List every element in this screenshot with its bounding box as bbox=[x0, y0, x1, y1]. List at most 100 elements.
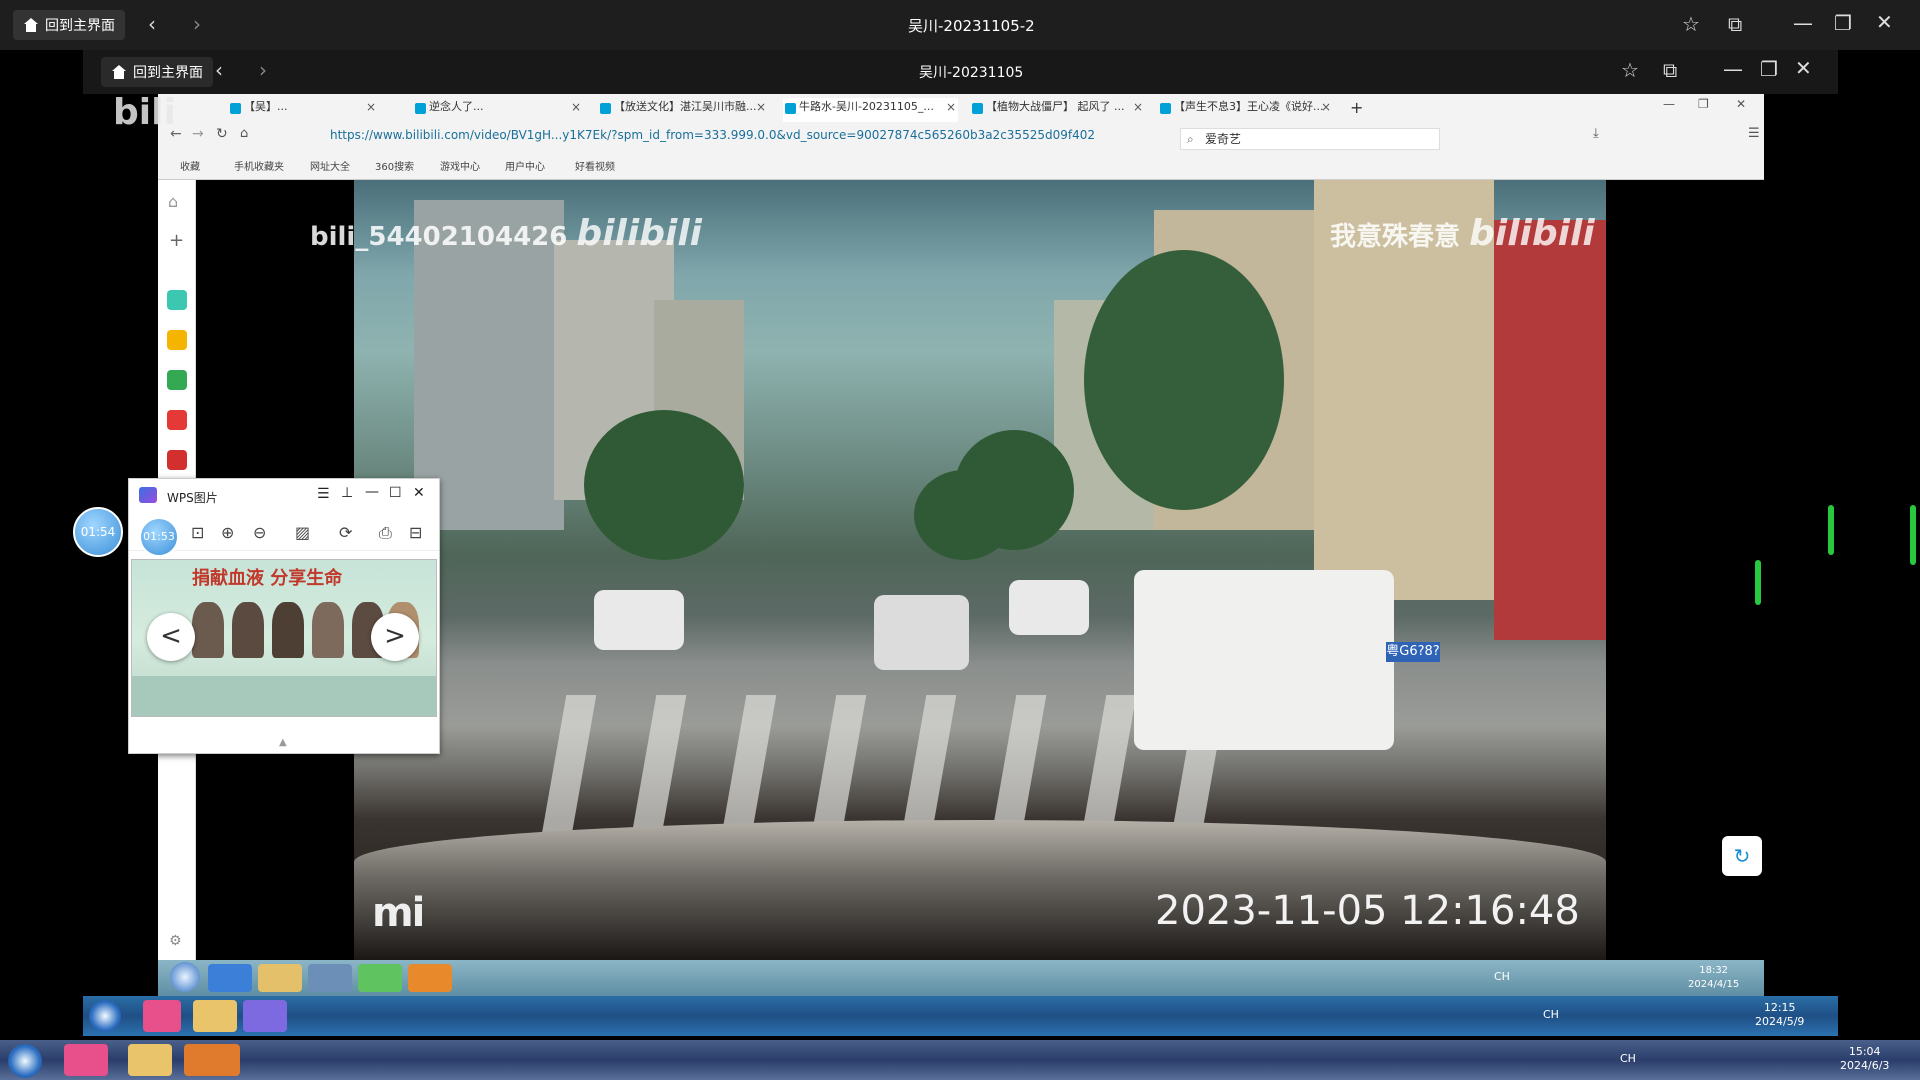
outer-pin-icon[interactable]: ☆ bbox=[1682, 12, 1700, 36]
fit-window-icon[interactable]: ⊡ bbox=[191, 523, 204, 542]
person-photo bbox=[272, 602, 304, 658]
sidebar-home-icon[interactable]: ⌂ bbox=[168, 192, 178, 211]
bilibili-logo: bilibili bbox=[1469, 213, 1595, 254]
browser-tab[interactable]: 逆念人了... × bbox=[413, 98, 583, 122]
inner-forward-icon[interactable]: › bbox=[259, 58, 267, 82]
browser-tab[interactable]: 【植物大战僵尸】 起风了 ... × bbox=[970, 98, 1145, 122]
outer-home-button[interactable]: 回到主界面 bbox=[13, 10, 125, 40]
bookmark-item[interactable]: 网址大全 bbox=[310, 158, 350, 173]
wps-close-icon[interactable]: ✕ bbox=[413, 485, 425, 501]
sidebar-app-icon[interactable] bbox=[167, 290, 187, 310]
wps-timer[interactable]: 01:53 bbox=[139, 517, 179, 557]
sidebar-settings-icon[interactable]: ⚙ bbox=[169, 933, 182, 949]
rotate-icon[interactable]: ⟳ bbox=[339, 523, 352, 542]
inner-taskbar: CH 12:15 2024/5/9 bbox=[83, 996, 1838, 1036]
browser-search-input[interactable]: ⌕ 爱奇艺 bbox=[1180, 128, 1440, 150]
tab-close-icon[interactable]: × bbox=[1321, 100, 1331, 114]
sidebar-weibo-icon[interactable] bbox=[167, 450, 187, 470]
outer-tray-clock[interactable]: 15:04 2024/6/3 bbox=[1840, 1045, 1889, 1073]
wps-pin-icon[interactable]: ⊥ bbox=[341, 485, 353, 501]
collapse-thumbnails-icon[interactable]: ▲ bbox=[279, 737, 287, 748]
wps-minimize-icon[interactable]: — bbox=[365, 484, 379, 500]
zoom-out-icon[interactable]: ⊖ bbox=[253, 523, 266, 542]
edit-image-icon[interactable]: ▨ bbox=[295, 523, 310, 542]
search-placeholder: 爱奇艺 bbox=[1205, 132, 1242, 146]
browser-tab-active[interactable]: 牛路水-吴川-20231105_... × bbox=[783, 98, 958, 122]
tab-close-icon[interactable]: × bbox=[366, 100, 376, 114]
next-image-button[interactable]: > bbox=[371, 613, 419, 661]
browser-forward-icon[interactable]: → bbox=[192, 126, 204, 142]
outer-restore-icon[interactable]: ❐ bbox=[1834, 11, 1852, 35]
bookmark-item[interactable]: 手机收藏夹 bbox=[234, 158, 284, 173]
bilibili-taskbar-icon[interactable] bbox=[143, 1000, 181, 1032]
browser-minimize-icon[interactable]: — bbox=[1663, 97, 1675, 111]
sidebar-add-icon[interactable]: + bbox=[169, 230, 184, 251]
sidebar-gallery-icon[interactable] bbox=[167, 370, 187, 390]
ie-icon bbox=[208, 964, 252, 992]
bilibili-logo: bilibili bbox=[576, 213, 702, 254]
browser-download-icon[interactable]: ⤓ bbox=[1593, 126, 1599, 141]
previous-image-button[interactable]: < bbox=[147, 613, 195, 661]
outer-forward-icon[interactable]: › bbox=[193, 12, 201, 36]
outer-close-icon[interactable]: ✕ bbox=[1876, 10, 1893, 34]
address-bar[interactable]: https://www.bilibili.com/video/BV1gH...y… bbox=[330, 128, 1150, 148]
wps-maximize-icon[interactable]: ☐ bbox=[389, 485, 402, 501]
tab-favicon-icon bbox=[1160, 103, 1171, 114]
browser-tab[interactable]: 【声生不息3】王心凌《说好... × bbox=[1158, 98, 1333, 122]
explorer-taskbar-icon[interactable] bbox=[193, 1000, 237, 1032]
new-tab-icon[interactable]: + bbox=[1350, 98, 1363, 117]
mi-logo: mi bbox=[372, 890, 425, 936]
bookmark-item[interactable]: 游戏中心 bbox=[440, 158, 480, 173]
inner-pip-icon[interactable]: ⧉ bbox=[1663, 58, 1677, 82]
browser-home-icon[interactable]: ⌂ bbox=[240, 126, 248, 141]
inner-close-icon[interactable]: ✕ bbox=[1795, 56, 1812, 80]
video-player[interactable]: 粤G6?8? bbox=[354, 180, 1606, 960]
bookmark-item[interactable]: 好看视频 bbox=[575, 158, 615, 173]
sidebar-favorite-icon[interactable] bbox=[167, 330, 187, 350]
browser-reload-icon[interactable]: ↻ bbox=[216, 126, 228, 142]
browser-tab[interactable]: 【放送文化】湛江吴川市融... × bbox=[598, 98, 768, 122]
wps-taskbar-icon[interactable] bbox=[243, 1000, 287, 1032]
outer-minimize-icon[interactable]: — bbox=[1793, 11, 1813, 35]
browser-restore-icon[interactable]: ❐ bbox=[1698, 97, 1709, 111]
bilibili-taskbar-icon[interactable] bbox=[64, 1044, 108, 1076]
floating-assistant-icon[interactable]: ↻ bbox=[1722, 836, 1762, 876]
bookmark-item[interactable]: 360搜索 bbox=[375, 158, 414, 173]
inner-home-button[interactable]: 回到主界面 bbox=[101, 57, 213, 87]
clock-time: 18:32 bbox=[1699, 965, 1729, 976]
tab-close-icon[interactable]: × bbox=[756, 100, 766, 114]
zoom-in-icon[interactable]: ⊕ bbox=[221, 523, 234, 542]
browser-menu-icon[interactable]: ☰ bbox=[1748, 126, 1760, 141]
start-orb-icon bbox=[170, 962, 200, 992]
tab-favicon-icon bbox=[415, 103, 426, 114]
tab-favicon-icon bbox=[600, 103, 611, 114]
car bbox=[594, 590, 684, 650]
start-orb-icon[interactable] bbox=[8, 1044, 42, 1078]
print-icon[interactable]: ⎙ bbox=[379, 523, 392, 543]
car bbox=[874, 595, 969, 670]
inner-minimize-icon[interactable]: — bbox=[1723, 57, 1743, 81]
tab-close-icon[interactable]: × bbox=[571, 100, 581, 114]
inner-restore-icon[interactable]: ❐ bbox=[1760, 57, 1778, 81]
inner-back-icon[interactable]: ‹ bbox=[215, 58, 223, 82]
wps-menu-icon[interactable]: ☰ bbox=[317, 486, 330, 502]
explorer-taskbar-icon[interactable] bbox=[128, 1044, 172, 1076]
bookmark-item[interactable]: 用户中心 bbox=[505, 158, 545, 173]
tray-lang: CH bbox=[1494, 970, 1510, 983]
sidebar-pdf-icon[interactable] bbox=[167, 410, 187, 430]
tab-close-icon[interactable]: × bbox=[946, 100, 956, 114]
browser-tab[interactable]: 【吴】... × bbox=[228, 98, 378, 122]
outer-taskbar: CH 15:04 2024/6/3 bbox=[0, 1040, 1920, 1080]
inner-tray-clock[interactable]: 12:15 2024/5/9 bbox=[1755, 1001, 1804, 1029]
start-orb-icon[interactable] bbox=[89, 1000, 121, 1032]
tab-close-icon[interactable]: × bbox=[1133, 100, 1143, 114]
inner-pin-icon[interactable]: ☆ bbox=[1621, 58, 1639, 82]
browser-close-icon[interactable]: ✕ bbox=[1736, 97, 1746, 111]
outer-timer[interactable]: 01:54 bbox=[73, 507, 123, 557]
outer-pip-icon[interactable]: ⧉ bbox=[1728, 12, 1742, 36]
video-tray-clock: 18:32 2024/4/15 bbox=[1688, 964, 1739, 992]
bookmark-item[interactable]: 收藏 bbox=[180, 158, 200, 173]
media-player-taskbar-icon[interactable] bbox=[184, 1044, 240, 1076]
share-icon[interactable]: ⊟ bbox=[409, 523, 422, 542]
outer-back-icon[interactable]: ‹ bbox=[148, 12, 156, 36]
